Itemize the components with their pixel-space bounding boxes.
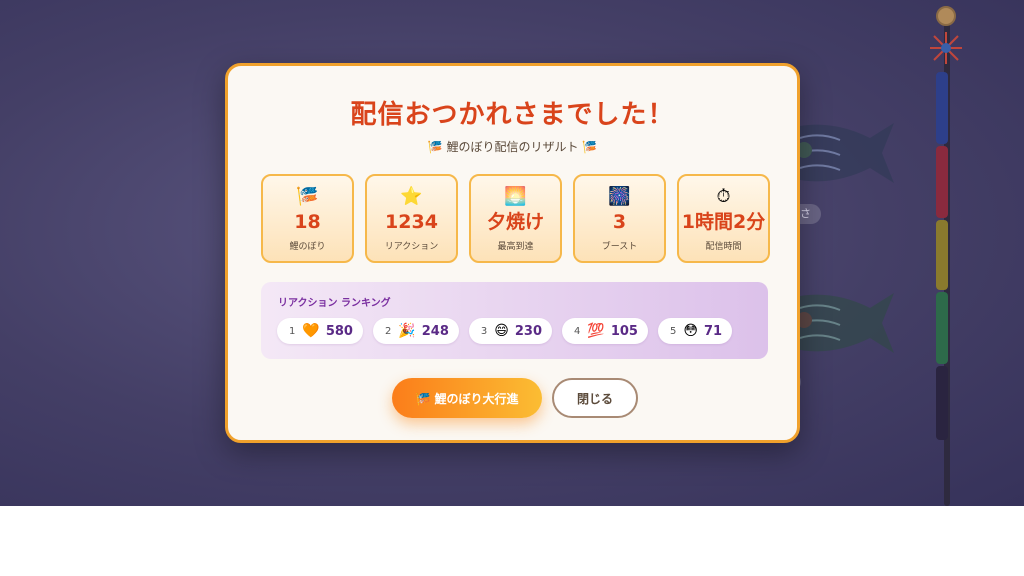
result-modal: 配信おつかれさまでした！ 🎏 鯉のぼり配信のリザルト 🎏 🎏 18 鯉のぼり ⭐… — [225, 63, 800, 443]
star-icon: ⭐ — [400, 186, 423, 207]
result-subtitle: 🎏 鯉のぼり配信のリザルト 🎏 — [427, 140, 598, 154]
ranking-item: 2 🎉 248 — [372, 318, 459, 344]
fireworks-icon: 🎆 — [608, 186, 631, 207]
pinwheel-icon — [928, 30, 964, 66]
ranking-item: 4 💯 105 — [562, 318, 648, 344]
stat-value: 1234 — [385, 211, 438, 233]
pole-top-ball — [936, 6, 956, 26]
stat-label: リアクション — [384, 242, 439, 252]
ranking-title: リアクション ランキング — [278, 298, 391, 309]
streamer-red — [936, 146, 948, 218]
stat-card-reactions: ⭐ 1234 リアクション — [365, 174, 458, 263]
koinobori-fish-2 — [790, 288, 894, 358]
stat-label: ブースト — [601, 242, 638, 252]
ranking-item: 3 😄 230 — [468, 318, 553, 344]
rank-count: 230 — [514, 323, 543, 339]
party-popper-icon: 🎉 — [398, 323, 416, 339]
stat-value: 1時間2分 — [681, 211, 766, 233]
stat-label: 配信時間 — [705, 242, 742, 252]
stat-card-boost: 🎆 3 ブースト — [573, 174, 666, 263]
rank-count: 248 — [421, 323, 449, 339]
stat-card-koinobori: 🎏 18 鯉のぼり — [261, 174, 354, 263]
reaction-ranking: リアクション ランキング 1 🧡 580 2 🎉 248 3 😄 230 4 💯… — [261, 282, 768, 359]
streamer-dark — [936, 366, 948, 440]
stat-value: 夕焼け — [486, 211, 544, 233]
stat-card-highest: 🌅 夕焼け 最高到達 — [469, 174, 562, 263]
rank-number: 4 — [574, 325, 581, 337]
grinning-face-icon: 😄 — [494, 323, 509, 339]
result-title: 配信おつかれさまでした！ — [350, 100, 675, 130]
orange-heart-icon: 🧡 — [302, 323, 320, 339]
stat-label: 最高到達 — [497, 242, 534, 252]
stat-label: 鯉のぼり — [289, 242, 326, 252]
streamer-yellow — [936, 220, 948, 290]
streamer-green — [936, 292, 948, 364]
stats-row: 🎏 18 鯉のぼり ⭐ 1234 リアクション 🌅 夕焼け 最高到達 🎆 3 ブ… — [261, 174, 770, 263]
rank-number: 2 — [384, 325, 392, 337]
stat-value: 18 — [294, 211, 321, 233]
stat-card-duration: ⏱ 1時間2分 配信時間 — [677, 174, 770, 263]
rank-number: 3 — [480, 325, 488, 337]
koinobori-parade-button[interactable]: 🎏 鯉のぼり大行進 — [392, 378, 542, 418]
hundred-points-icon: 💯 — [587, 323, 605, 339]
rank-count: 580 — [325, 323, 353, 339]
rank-number: 1 — [289, 325, 296, 337]
ranking-item: 5 😳 71 — [657, 318, 733, 344]
koinobori-icon: 🎏 — [296, 186, 319, 207]
rank-count: 71 — [703, 323, 723, 339]
stat-value: 3 — [612, 211, 627, 233]
ranking-list: 1 🧡 580 2 🎉 248 3 😄 230 4 💯 105 5 😳 71 — [277, 318, 733, 344]
stopwatch-icon: ⏱ — [716, 186, 731, 207]
sunset-icon: 🌅 — [504, 186, 527, 207]
rank-number: 5 — [669, 325, 677, 337]
flushed-face-icon: 😳 — [683, 323, 698, 339]
streamer-blue — [936, 72, 948, 144]
rank-count: 105 — [610, 323, 638, 339]
koinobori-fish-1 — [790, 118, 894, 188]
ranking-item: 1 🧡 580 — [277, 318, 363, 344]
close-button[interactable]: 閉じる — [552, 378, 638, 418]
